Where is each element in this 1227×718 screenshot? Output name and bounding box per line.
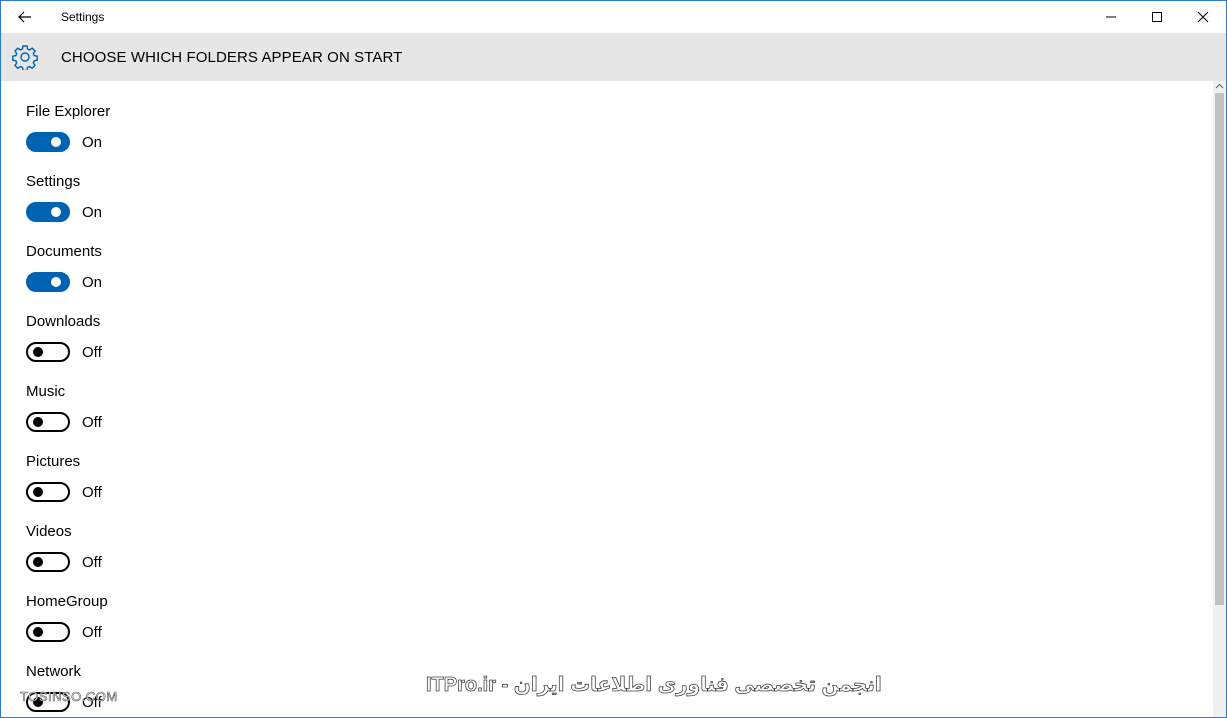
minimize-icon [1106, 16, 1116, 18]
watermark-left: TOSINSO.COM [20, 689, 118, 705]
title-bar: Settings [1, 1, 1226, 33]
toggle-state-label: On [82, 273, 103, 291]
toggle-knob [33, 347, 43, 357]
vertical-scrollbar[interactable] [1213, 81, 1226, 717]
toggle-knob [33, 487, 43, 497]
close-button[interactable] [1180, 1, 1226, 33]
setting-label: Pictures [26, 453, 81, 470]
settings-toggle[interactable] [26, 202, 70, 222]
toggle-state-label: On [82, 133, 103, 151]
setting-documents: Documents On [26, 243, 326, 313]
toggle-state-label: Off [82, 483, 102, 501]
setting-label: Settings [26, 173, 81, 190]
toggle-row: Off [26, 620, 102, 644]
setting-homegroup: HomeGroup Off [26, 593, 326, 663]
toggle-knob [33, 627, 43, 637]
back-button[interactable] [9, 1, 41, 33]
music-toggle[interactable] [26, 412, 70, 432]
maximize-icon [1152, 12, 1162, 22]
setting-videos: Videos Off [26, 523, 326, 593]
page-header: CHOOSE WHICH FOLDERS APPEAR ON START [1, 33, 1226, 81]
settings-window: Settings CHOOSE WHICH FOLDERS APPEAR ON … [0, 0, 1227, 718]
close-icon [1197, 11, 1209, 23]
page-title: CHOOSE WHICH FOLDERS APPEAR ON START [61, 49, 403, 66]
back-arrow-icon [18, 11, 31, 23]
toggle-knob [33, 417, 43, 427]
toggle-knob [51, 207, 61, 217]
toggle-state-label: Off [82, 343, 102, 361]
scroll-up-arrow-icon[interactable] [1215, 82, 1224, 91]
setting-label: Downloads [26, 313, 101, 330]
toggle-state-label: Off [82, 553, 102, 571]
watermark-right: ITPro.ir - انجمن تخصصی فناوری اطلاعات ای… [426, 674, 883, 697]
app-title: Settings [61, 10, 105, 24]
scrollbar-thumb[interactable] [1215, 93, 1224, 605]
setting-pictures: Pictures Off [26, 453, 326, 523]
setting-file-explorer: File Explorer On [26, 103, 326, 173]
toggle-row: Off [26, 480, 102, 504]
downloads-toggle[interactable] [26, 342, 70, 362]
setting-label: Videos [26, 523, 72, 540]
toggle-state-label: Off [82, 413, 102, 431]
toggle-state-label: On [82, 203, 103, 221]
gear-icon [12, 45, 38, 70]
minimize-button[interactable] [1088, 1, 1134, 33]
file-explorer-toggle[interactable] [26, 132, 70, 152]
toggle-knob [33, 557, 43, 567]
toggle-row: On [26, 130, 102, 154]
setting-label: HomeGroup [26, 593, 108, 610]
toggle-knob [51, 277, 61, 287]
toggle-state-label: Off [82, 623, 102, 641]
setting-settings: Settings On [26, 173, 326, 243]
toggle-knob [51, 137, 61, 147]
maximize-button[interactable] [1134, 1, 1180, 33]
toggle-row: Off [26, 340, 102, 364]
setting-label: Documents [26, 243, 102, 260]
setting-label: Music [26, 383, 66, 400]
setting-downloads: Downloads Off [26, 313, 326, 383]
settings-list: File Explorer On Settings On Documents O… [1, 81, 1213, 717]
toggle-row: Off [26, 410, 102, 434]
toggle-row: On [26, 270, 102, 294]
documents-toggle[interactable] [26, 272, 70, 292]
pictures-toggle[interactable] [26, 482, 70, 502]
videos-toggle[interactable] [26, 552, 70, 572]
toggle-row: On [26, 200, 102, 224]
setting-label: File Explorer [26, 103, 111, 120]
toggle-row: Off [26, 550, 102, 574]
setting-label: Network [26, 663, 82, 680]
setting-music: Music Off [26, 383, 326, 453]
homegroup-toggle[interactable] [26, 622, 70, 642]
